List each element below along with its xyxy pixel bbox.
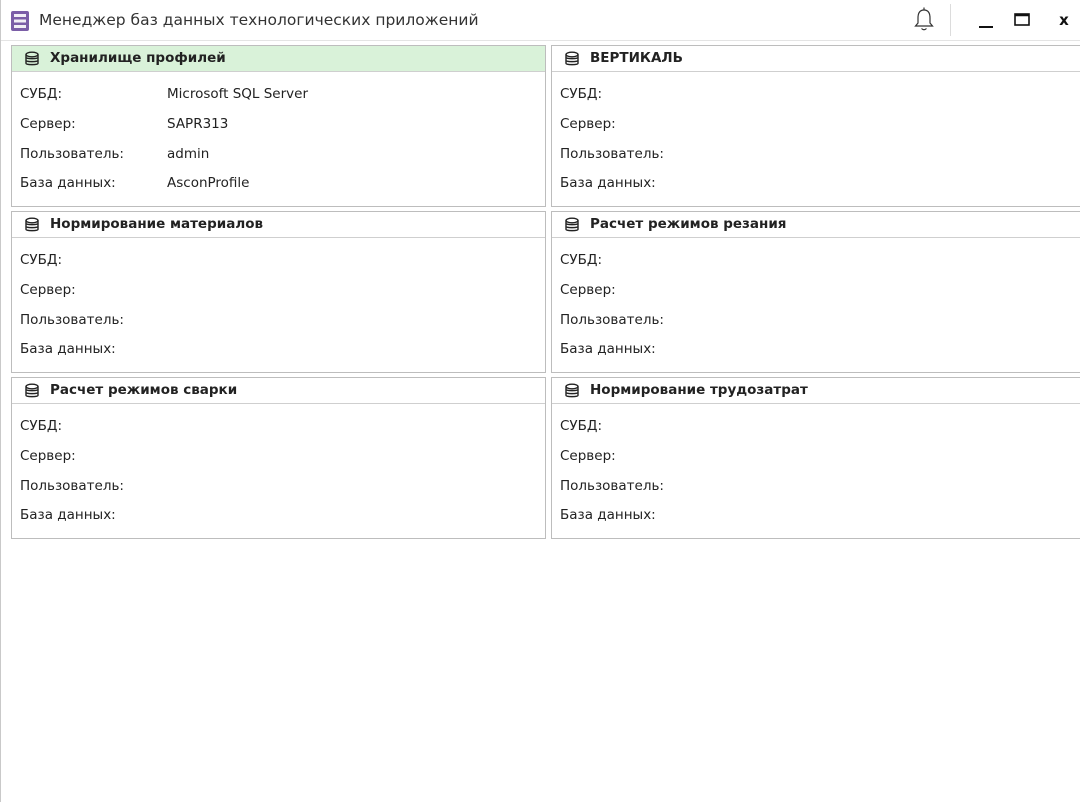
field-label: База данных: xyxy=(560,507,656,523)
field-dbms: СУБД: xyxy=(552,416,1080,438)
field-label: База данных: xyxy=(20,175,116,191)
field-label: СУБД: xyxy=(20,418,63,434)
field-dbms: СУБД: xyxy=(552,84,1080,106)
field-user: Пользователь: xyxy=(12,310,545,332)
titlebar-separator xyxy=(950,4,951,36)
field-dbms: СУБД: Microsoft SQL Server xyxy=(12,84,545,106)
field-dbms: СУБД: xyxy=(12,416,545,438)
field-label: Сервер: xyxy=(20,448,76,464)
field-database: База данных: xyxy=(552,339,1080,361)
field-value: admin xyxy=(167,146,210,162)
field-label: Пользователь: xyxy=(20,478,124,494)
database-icon xyxy=(565,51,579,66)
field-label: СУБД: xyxy=(560,86,603,102)
database-icon xyxy=(565,217,579,232)
card-header[interactable]: ВЕРТИКАЛЬ xyxy=(552,46,1080,72)
field-user: Пользователь: xyxy=(552,144,1080,166)
field-label: Сервер: xyxy=(20,116,76,132)
minimize-button[interactable] xyxy=(971,6,1001,34)
field-label: Пользователь: xyxy=(560,478,664,494)
card-title: Хранилище профилей xyxy=(50,50,226,66)
field-label: СУБД: xyxy=(560,418,603,434)
field-database: База данных: AsconProfile xyxy=(12,173,545,195)
field-value: Microsoft SQL Server xyxy=(167,86,309,102)
card-title: Нормирование материалов xyxy=(50,216,264,232)
field-label: Пользователь: xyxy=(560,146,664,162)
card-header[interactable]: Хранилище профилей xyxy=(12,46,545,72)
field-dbms: СУБД: xyxy=(12,250,545,272)
field-label: СУБД: xyxy=(560,252,603,268)
card-header[interactable]: Нормирование материалов xyxy=(12,212,545,238)
card-header[interactable]: Нормирование трудозатрат xyxy=(552,378,1080,404)
field-database: База данных: xyxy=(12,339,545,361)
card-title: Расчет режимов резания xyxy=(590,216,787,232)
database-icon xyxy=(25,51,39,66)
svg-text:x: x xyxy=(1059,11,1069,29)
db-card-cutting-modes[interactable]: Расчет режимов резания СУБД: Сервер: Пол… xyxy=(551,211,1080,373)
field-user: Пользователь: xyxy=(552,476,1080,498)
field-server: Сервер: xyxy=(12,446,545,468)
field-user: Пользователь: admin xyxy=(12,144,545,166)
database-icon xyxy=(25,383,39,398)
app-window: Менеджер баз данных технологических прил… xyxy=(0,0,1080,802)
card-header[interactable]: Расчет режимов резания xyxy=(552,212,1080,238)
title-bar[interactable]: Менеджер баз данных технологических прил… xyxy=(1,0,1080,41)
close-button[interactable]: x xyxy=(1049,6,1079,34)
field-label: Сервер: xyxy=(20,282,76,298)
field-label: Пользователь: xyxy=(20,146,124,162)
field-server: Сервер: xyxy=(552,280,1080,302)
field-label: База данных: xyxy=(560,175,656,191)
database-icon xyxy=(25,217,39,232)
field-server: Сервер: xyxy=(552,446,1080,468)
field-value: SAPR313 xyxy=(167,116,229,132)
db-card-profile-storage[interactable]: Хранилище профилей СУБД: Microsoft SQL Se… xyxy=(11,45,546,207)
field-label: База данных: xyxy=(20,341,116,357)
window-title: Менеджер баз данных технологических прил… xyxy=(39,11,479,29)
field-server: Сервер: xyxy=(12,280,545,302)
field-dbms: СУБД: xyxy=(552,250,1080,272)
field-value: AsconProfile xyxy=(167,175,250,191)
field-database: База данных: xyxy=(552,505,1080,527)
field-label: Пользователь: xyxy=(20,312,124,328)
field-user: Пользователь: xyxy=(552,310,1080,332)
field-label: Сервер: xyxy=(560,282,616,298)
field-server: Сервер: xyxy=(552,114,1080,136)
database-stack-icon xyxy=(11,11,29,31)
card-title: Нормирование трудозатрат xyxy=(590,382,808,398)
field-label: База данных: xyxy=(20,507,116,523)
db-card-labor-norms[interactable]: Нормирование трудозатрат СУБД: Сервер: П… xyxy=(551,377,1080,539)
field-server: Сервер: SAPR313 xyxy=(12,114,545,136)
bell-icon[interactable] xyxy=(911,6,937,34)
field-user: Пользователь: xyxy=(12,476,545,498)
db-card-vertikal[interactable]: ВЕРТИКАЛЬ СУБД: Сервер: Пользователь: Ба… xyxy=(551,45,1080,207)
db-card-material-norms[interactable]: Нормирование материалов СУБД: Сервер: По… xyxy=(11,211,546,373)
field-label: Пользователь: xyxy=(560,312,664,328)
field-label: СУБД: xyxy=(20,252,63,268)
field-label: СУБД: xyxy=(20,86,63,102)
card-header[interactable]: Расчет режимов сварки xyxy=(12,378,545,404)
field-database: База данных: xyxy=(12,505,545,527)
card-title: Расчет режимов сварки xyxy=(50,382,238,398)
field-database: База данных: xyxy=(552,173,1080,195)
card-title: ВЕРТИКАЛЬ xyxy=(590,50,683,66)
database-icon xyxy=(565,383,579,398)
field-label: Сервер: xyxy=(560,116,616,132)
field-label: Сервер: xyxy=(560,448,616,464)
maximize-button[interactable] xyxy=(1007,6,1037,34)
db-card-welding-modes[interactable]: Расчет режимов сварки СУБД: Сервер: Поль… xyxy=(11,377,546,539)
field-label: База данных: xyxy=(560,341,656,357)
